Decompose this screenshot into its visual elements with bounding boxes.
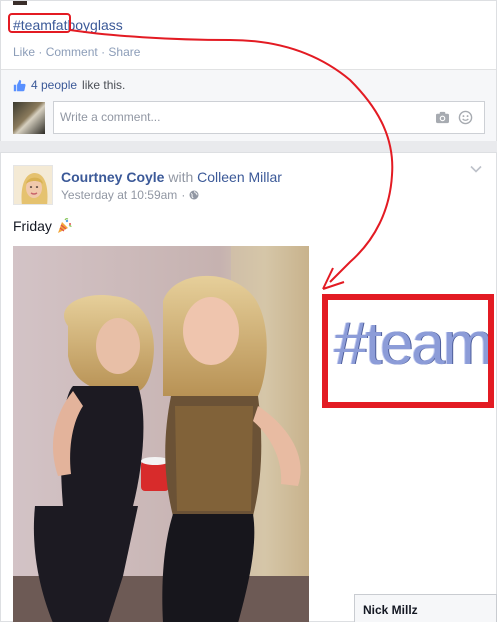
commenter-avatar[interactable] bbox=[13, 102, 45, 134]
zoomed-hashtag-box: #teamfat bbox=[322, 294, 494, 408]
post-photo[interactable] bbox=[13, 246, 309, 622]
post-timestamp[interactable]: Yesterday at 10:59am bbox=[61, 188, 177, 202]
comment-input[interactable] bbox=[60, 110, 420, 124]
smiley-icon[interactable] bbox=[458, 110, 473, 125]
author-name-link[interactable]: Courtney Coyle bbox=[61, 169, 164, 185]
previous-post-text: #teamfatboyglass bbox=[13, 17, 123, 33]
zoomed-hashtag-text: #teamfat bbox=[334, 310, 491, 377]
author-avatar-image bbox=[14, 166, 52, 204]
tagged-friend-link[interactable]: Colleen Millar bbox=[197, 169, 282, 185]
hashtag-link[interactable]: #teamfatboyglass bbox=[13, 17, 123, 33]
with-text: with bbox=[168, 169, 194, 185]
feedback-area: 4 people like this. bbox=[1, 69, 496, 141]
like-link[interactable]: Like bbox=[13, 45, 35, 59]
status-text: Friday bbox=[13, 218, 72, 234]
post-photo-image bbox=[13, 246, 309, 622]
status-message: Friday bbox=[13, 218, 52, 234]
comment-box bbox=[53, 101, 485, 134]
share-link[interactable]: Share bbox=[108, 45, 140, 59]
previous-post-card: #teamfatboyglass Like · Comment · Share … bbox=[0, 0, 497, 141]
author-line: Courtney Coyle with Colleen Millar bbox=[61, 169, 282, 185]
author-avatar[interactable] bbox=[13, 165, 53, 205]
globe-icon[interactable] bbox=[189, 190, 199, 200]
camera-icon[interactable] bbox=[435, 111, 450, 124]
thumbs-up-icon bbox=[13, 79, 26, 91]
likes-rest-text: like this. bbox=[82, 78, 126, 92]
likes-link[interactable]: 4 people bbox=[31, 78, 77, 92]
timestamp-separator: · bbox=[181, 188, 186, 202]
previous-post-image-edge bbox=[13, 1, 27, 5]
post-timestamp-row: Yesterday at 10:59am · bbox=[61, 188, 199, 202]
post-actions: Like · Comment · Share bbox=[13, 45, 141, 59]
chat-contact-name: Nick Millz bbox=[363, 603, 418, 617]
likes-summary: 4 people like this. bbox=[13, 78, 125, 92]
comment-link[interactable]: Comment bbox=[46, 45, 98, 59]
party-popper-icon bbox=[57, 218, 72, 233]
chevron-down-icon[interactable] bbox=[470, 165, 482, 173]
chat-tab[interactable]: Nick Millz bbox=[354, 594, 497, 622]
